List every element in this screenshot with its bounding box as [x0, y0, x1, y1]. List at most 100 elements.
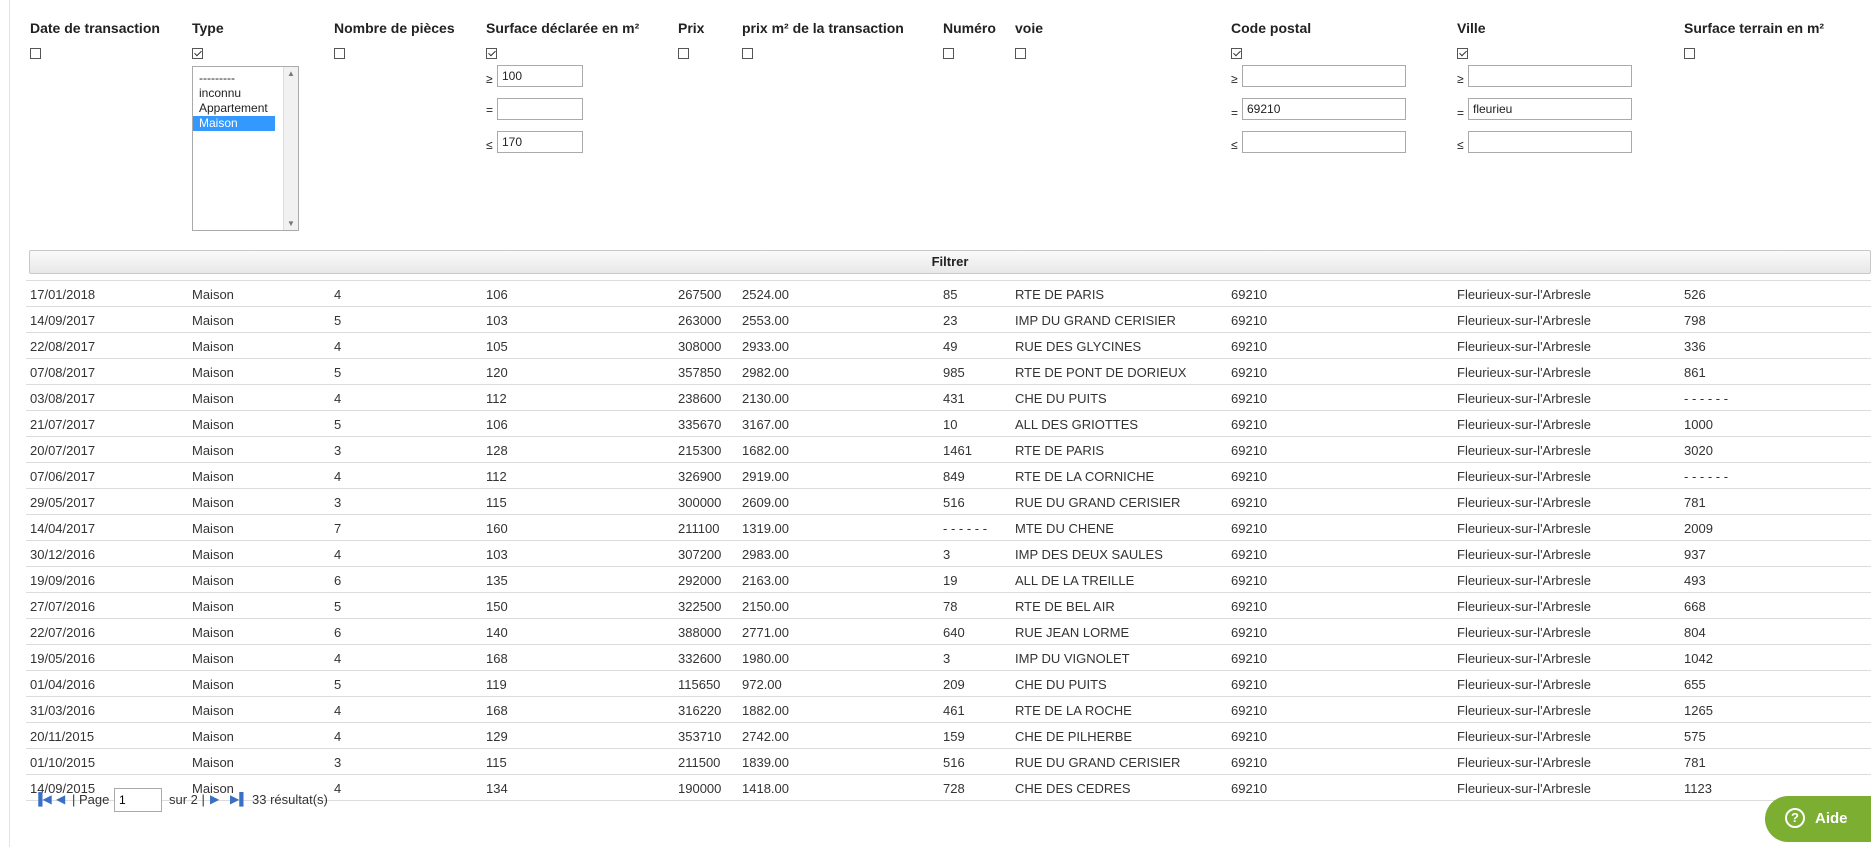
code-postal-gte-input[interactable] — [1242, 65, 1406, 87]
cell-surface-terrain: 2009 — [1684, 521, 1713, 536]
cell-type: Maison — [192, 599, 234, 614]
header-surface: Surface déclarée en m² — [486, 20, 640, 36]
checkbox-ville[interactable] — [1457, 48, 1468, 59]
cell-numero: 23 — [943, 313, 958, 328]
cell-type: Maison — [192, 625, 234, 640]
type-select-scrollbar[interactable]: ▲ ▼ — [283, 67, 298, 230]
cell-surface-terrain: 336 — [1684, 339, 1706, 354]
cell-voie: ALL DE LA TREILLE — [1015, 573, 1135, 588]
table-row: 29/05/2017 Maison 3 115 300000 2609.00 516 RUE … — [26, 489, 1871, 515]
cell-prix: 326900 — [678, 469, 722, 484]
results-table: 17/01/2018 Maison 4 106 267500 2524.00 85 RTE D… — [26, 280, 1871, 801]
cell-pieces: 5 — [334, 313, 342, 328]
cell-pieces: 4 — [334, 729, 342, 744]
checkbox-voie[interactable] — [1015, 48, 1026, 59]
cell-surface: 168 — [486, 703, 508, 718]
checkbox-pieces[interactable] — [334, 48, 345, 59]
cell-type: Maison — [192, 755, 234, 770]
cell-ville: Fleurieux-sur-l'Arbresle — [1457, 495, 1591, 510]
type-option[interactable]: inconnu — [193, 86, 275, 101]
ville-gte-input[interactable] — [1468, 65, 1632, 87]
cell-pieces: 5 — [334, 417, 342, 432]
surface-lte-input[interactable] — [497, 131, 583, 153]
cell-code-postal: 69210 — [1231, 469, 1268, 484]
surface-eq-input[interactable] — [497, 98, 583, 120]
checkbox-date[interactable] — [30, 48, 41, 59]
cell-numero: 1461 — [943, 443, 972, 458]
type-option[interactable]: Maison — [193, 116, 275, 131]
cell-prix: 316220 — [678, 703, 722, 718]
table-row: 07/06/2017 Maison 4 112 326900 2919.00 849 RTE … — [26, 463, 1871, 489]
scroll-up-icon[interactable]: ▲ — [287, 69, 295, 78]
first-page-icon[interactable]: ▐◀ — [34, 792, 52, 806]
table-row: 19/09/2016 Maison 6 135 292000 2163.00 19 ALL D… — [26, 567, 1871, 593]
table-row: 20/07/2017 Maison 3 128 215300 1682.00 1461 RTE… — [26, 437, 1871, 463]
ville-gte-op: ≥ — [1457, 72, 1464, 86]
table-row: 01/10/2015 Maison 3 115 211500 1839.00 516 RUE … — [26, 749, 1871, 775]
cell-prix-m2: 1418.00 — [742, 781, 789, 796]
checkbox-numero[interactable] — [943, 48, 954, 59]
cell-surface-terrain: 937 — [1684, 547, 1706, 562]
cell-prix-m2: 972.00 — [742, 677, 782, 692]
cell-voie: RTE DE LA CORNICHE — [1015, 469, 1155, 484]
cell-surface: 135 — [486, 573, 508, 588]
cell-prix: 211500 — [678, 755, 721, 770]
cell-surface-terrain: - - - - - - — [1684, 391, 1729, 406]
cell-prix-m2: 1980.00 — [742, 651, 789, 666]
cell-type: Maison — [192, 469, 234, 484]
last-page-icon[interactable]: ▶▌ — [230, 792, 248, 806]
type-option[interactable]: Appartement — [193, 101, 275, 116]
cell-surface-terrain: 1000 — [1684, 417, 1713, 432]
checkbox-type[interactable] — [192, 48, 203, 59]
cell-pieces: 4 — [334, 781, 342, 796]
type-option[interactable]: --------- — [193, 71, 275, 86]
cell-ville: Fleurieux-sur-l'Arbresle — [1457, 443, 1591, 458]
cell-voie: RUE DES GLYCINES — [1015, 339, 1142, 354]
cell-prix: 388000 — [678, 625, 722, 640]
ville-lte-input[interactable] — [1468, 131, 1632, 153]
header-voie: voie — [1015, 20, 1044, 36]
cell-voie: IMP DU VIGNOLET — [1015, 651, 1130, 666]
code-postal-lte-input[interactable] — [1242, 131, 1406, 153]
cell-prix: 211100 — [678, 521, 720, 536]
header-type: Type — [192, 20, 224, 36]
cell-surface: 120 — [486, 365, 508, 380]
cell-surface: 115 — [486, 495, 507, 510]
cell-pieces: 6 — [334, 573, 342, 588]
checkbox-surface-terrain[interactable] — [1684, 48, 1695, 59]
cell-surface-terrain: 668 — [1684, 599, 1706, 614]
cell-surface: 106 — [486, 417, 508, 432]
scroll-down-icon[interactable]: ▼ — [287, 219, 295, 228]
checkbox-prix[interactable] — [678, 48, 689, 59]
cell-voie: CHE DU PUITS — [1015, 391, 1107, 406]
result-count: 33 résultat(s) — [252, 792, 328, 807]
table-row: 14/04/2017 Maison 7 160 211100 1319.00 - - - -… — [26, 515, 1871, 541]
cell-ville: Fleurieux-sur-l'Arbresle — [1457, 547, 1591, 562]
cell-surface-terrain: 781 — [1684, 495, 1706, 510]
prev-page-icon[interactable]: ◀ — [56, 792, 65, 806]
cell-prix-m2: 1682.00 — [742, 443, 789, 458]
cell-date: 01/10/2015 — [30, 755, 96, 770]
cell-prix-m2: 2771.00 — [742, 625, 789, 640]
checkbox-code-postal[interactable] — [1231, 48, 1242, 59]
cell-date: 27/07/2016 — [30, 599, 96, 614]
checkbox-surface[interactable] — [486, 48, 497, 59]
filter-button[interactable]: Filtrer — [29, 250, 1871, 274]
page-number-input[interactable] — [114, 788, 162, 812]
cell-date: 22/07/2016 — [30, 625, 96, 640]
cell-prix: 190000 — [678, 781, 722, 796]
cell-code-postal: 69210 — [1231, 287, 1268, 302]
cell-numero: 19 — [943, 573, 958, 588]
table-row: 21/07/2017 Maison 5 106 335670 3167.00 10 ALL D… — [26, 411, 1871, 437]
cell-pieces: 7 — [334, 521, 342, 536]
table-row: 31/03/2016 Maison 4 168 316220 1882.00 461 RTE … — [26, 697, 1871, 723]
type-select[interactable]: --------- inconnu Appartement Maison ▲ ▼ — [192, 66, 299, 231]
help-button[interactable]: ? Aide — [1765, 796, 1871, 842]
ville-eq-input[interactable] — [1468, 98, 1632, 120]
cell-type: Maison — [192, 703, 234, 718]
help-label: Aide — [1815, 810, 1848, 827]
code-postal-eq-input[interactable] — [1242, 98, 1406, 120]
next-page-icon[interactable]: ▶ — [210, 792, 219, 806]
checkbox-prix-m2[interactable] — [742, 48, 753, 59]
surface-gte-input[interactable] — [497, 65, 583, 87]
